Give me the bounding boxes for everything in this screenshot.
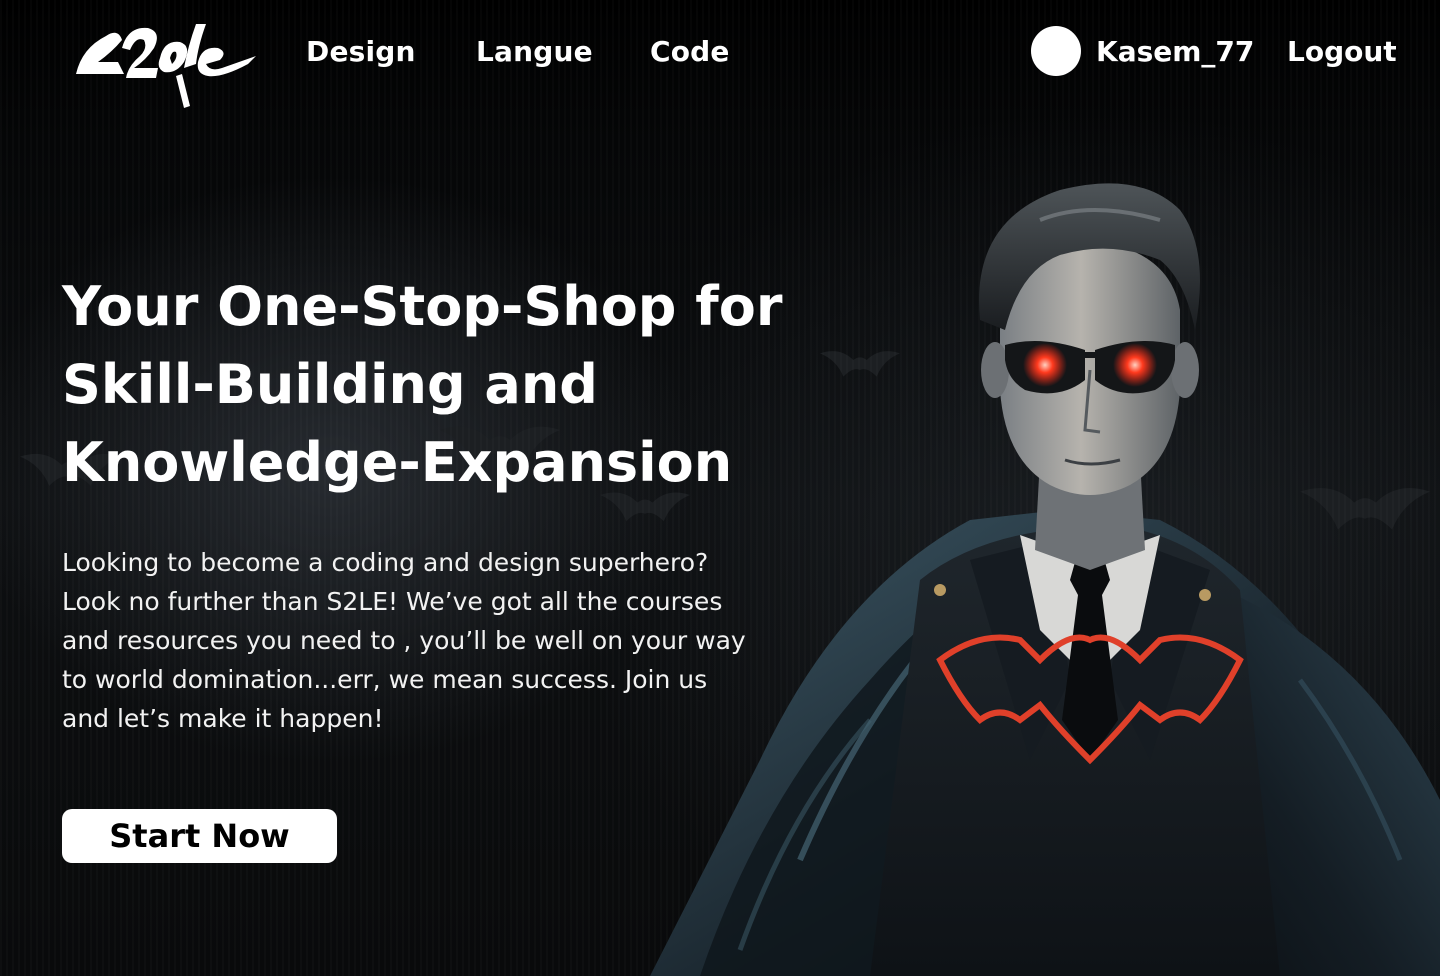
nav-link-design[interactable]: Design xyxy=(306,32,416,72)
hero-description: Looking to become a coding and design su… xyxy=(62,548,746,733)
hero-headline: Your One-Stop-Shop for Skill-Building an… xyxy=(62,275,783,494)
nav-link-code[interactable]: Code xyxy=(650,32,730,72)
logout-link[interactable]: Logout xyxy=(1287,32,1397,72)
nav-link-langue[interactable]: Langue xyxy=(476,32,593,72)
start-now-button[interactable]: Start Now xyxy=(62,809,337,863)
avatar[interactable] xyxy=(1031,26,1081,76)
s2le-logo-icon[interactable] xyxy=(72,18,258,110)
username[interactable]: Kasem_77 xyxy=(1096,32,1254,72)
top-navigation: Design Langue Code Kasem_77 Logout xyxy=(0,0,1440,110)
